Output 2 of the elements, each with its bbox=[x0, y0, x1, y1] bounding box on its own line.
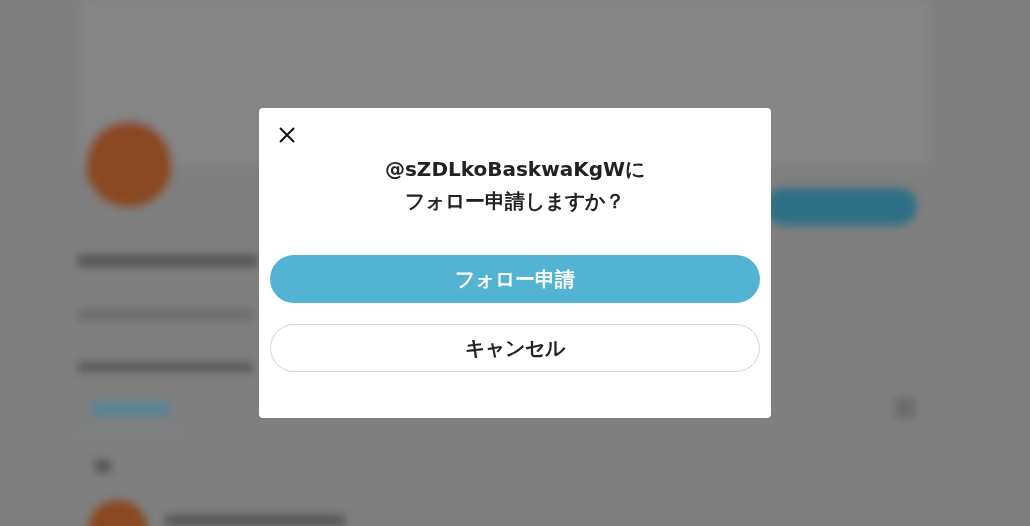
dialog-title: @sZDLkoBaskwaKgWに フォロー申請しますか？ bbox=[383, 156, 647, 215]
cancel-button[interactable]: キャンセル bbox=[270, 324, 760, 372]
